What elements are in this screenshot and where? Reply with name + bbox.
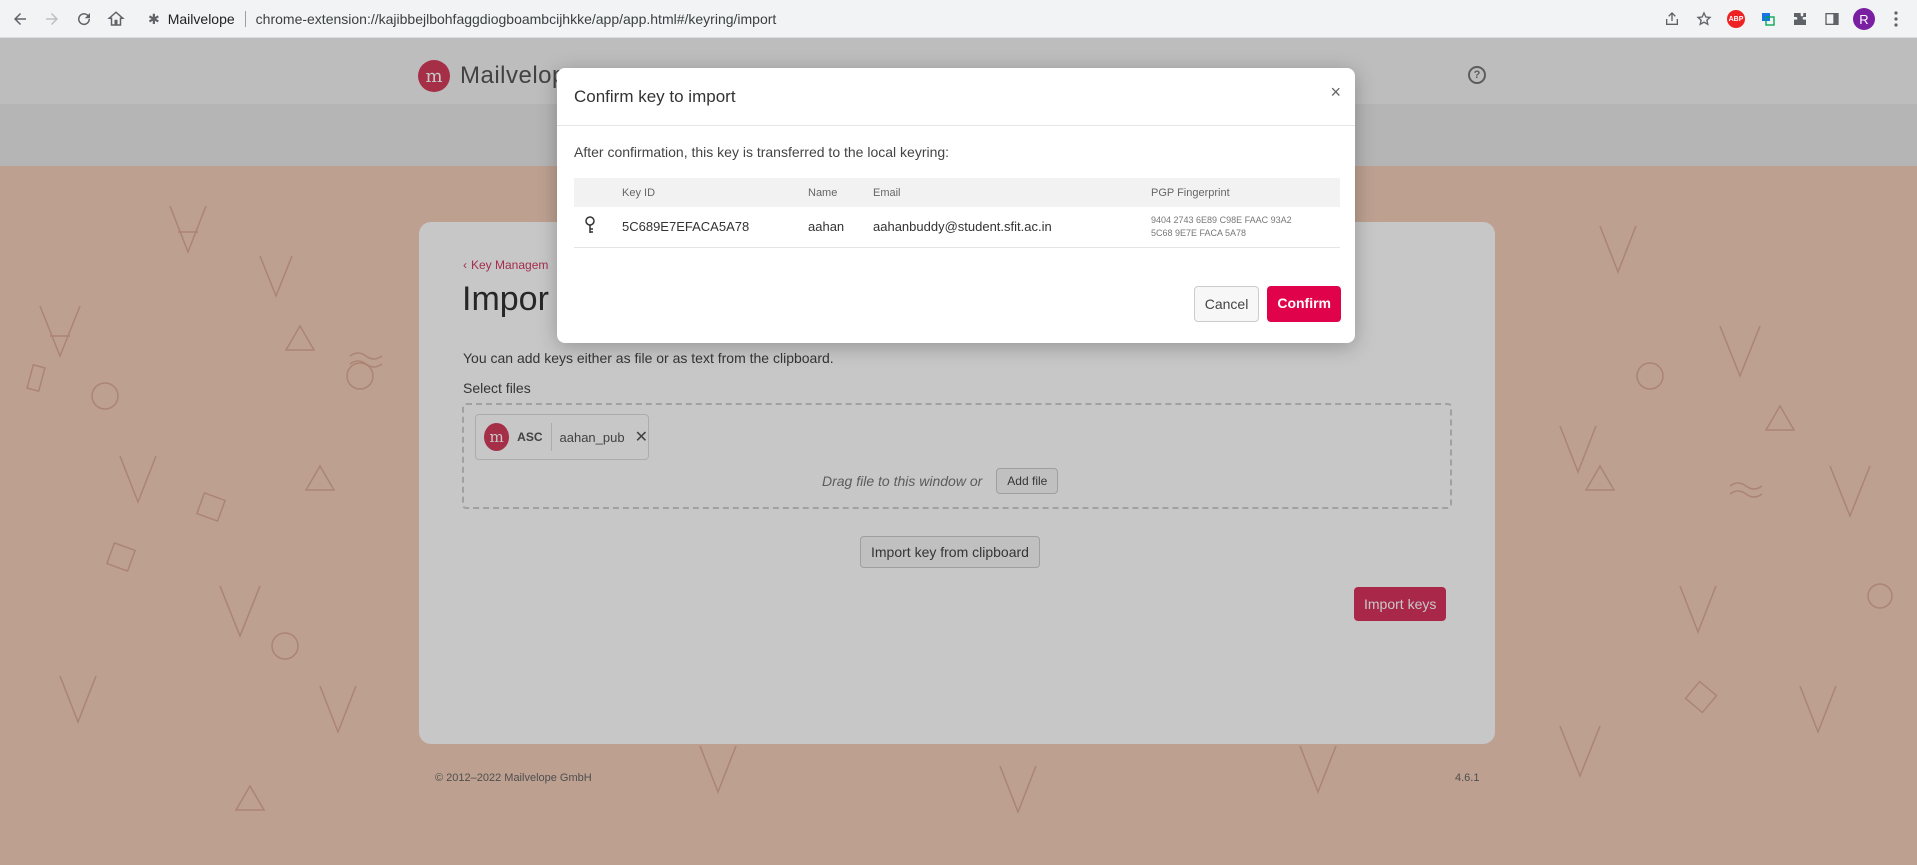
separator	[244, 11, 246, 27]
reload-icon[interactable]	[68, 3, 100, 35]
dialog-actions: Cancel Confirm	[1193, 286, 1341, 322]
share-icon[interactable]	[1659, 4, 1685, 34]
table-header-row: Key ID Name Email PGP Fingerprint	[574, 178, 1340, 207]
confirm-button[interactable]: Confirm	[1267, 286, 1341, 322]
avatar: R	[1853, 8, 1875, 30]
adblock-icon[interactable]: ABP	[1723, 4, 1749, 34]
cancel-button[interactable]: Cancel	[1193, 286, 1260, 322]
profile-avatar[interactable]: R	[1851, 4, 1877, 34]
fingerprint-line-2: 5C68 9E7E FACA 5A78	[1151, 227, 1247, 238]
confirm-import-dialog: Confirm key to import × After confirmati…	[557, 68, 1355, 343]
name-cell: aahan	[798, 207, 863, 248]
forward-icon[interactable]	[36, 3, 68, 35]
key-id-cell: 5C689E7EFACA5A78	[612, 207, 798, 248]
key-table: Key ID Name Email PGP Fingerprint 5C689E…	[574, 178, 1340, 248]
address-bar[interactable]: ✱ Mailvelope chrome-extension://kajibbej…	[140, 5, 1700, 33]
icon-column-header	[574, 178, 612, 207]
email-cell: aahanbuddy@student.sfit.ac.in	[863, 207, 1141, 248]
key-icon	[574, 207, 612, 248]
site-name: Mailvelope	[167, 11, 235, 27]
fingerprint-line-1: 9404 2743 6E89 C98E FAAC 93A2	[1151, 214, 1292, 225]
menu-kebab-icon[interactable]	[1883, 4, 1909, 34]
side-panel-icon[interactable]	[1819, 4, 1845, 34]
table-row: 5C689E7EFACA5A78 aahan aahanbuddy@studen…	[574, 207, 1340, 248]
site-chip[interactable]: ✱ Mailvelope	[140, 11, 235, 28]
close-icon[interactable]: ×	[1330, 82, 1341, 103]
back-icon[interactable]	[4, 3, 36, 35]
dialog-header: Confirm key to import ×	[557, 68, 1355, 126]
extensions-puzzle-icon[interactable]	[1787, 4, 1813, 34]
bookmark-star-icon[interactable]	[1691, 4, 1717, 34]
browser-toolbar: ✱ Mailvelope chrome-extension://kajibbej…	[0, 0, 1917, 38]
translate-extension-icon[interactable]	[1755, 4, 1781, 34]
browser-actions: ABP R	[1659, 4, 1909, 34]
adblock-label: ABP	[1727, 10, 1745, 28]
dialog-description: After confirmation, this key is transfer…	[574, 144, 950, 160]
home-icon[interactable]	[100, 3, 132, 35]
extension-icon: ✱	[148, 10, 160, 27]
url-text[interactable]: chrome-extension://kajibbejlbohfaggdiogb…	[256, 11, 777, 27]
email-column-header: Email	[863, 178, 1141, 207]
name-column-header: Name	[798, 178, 863, 207]
fingerprint-column-header: PGP Fingerprint	[1141, 178, 1340, 207]
key-id-column-header: Key ID	[612, 178, 798, 207]
fingerprint-cell: 9404 2743 6E89 C98E FAAC 93A2 5C68 9E7E …	[1141, 207, 1340, 248]
dialog-title: Confirm key to import	[574, 87, 736, 106]
